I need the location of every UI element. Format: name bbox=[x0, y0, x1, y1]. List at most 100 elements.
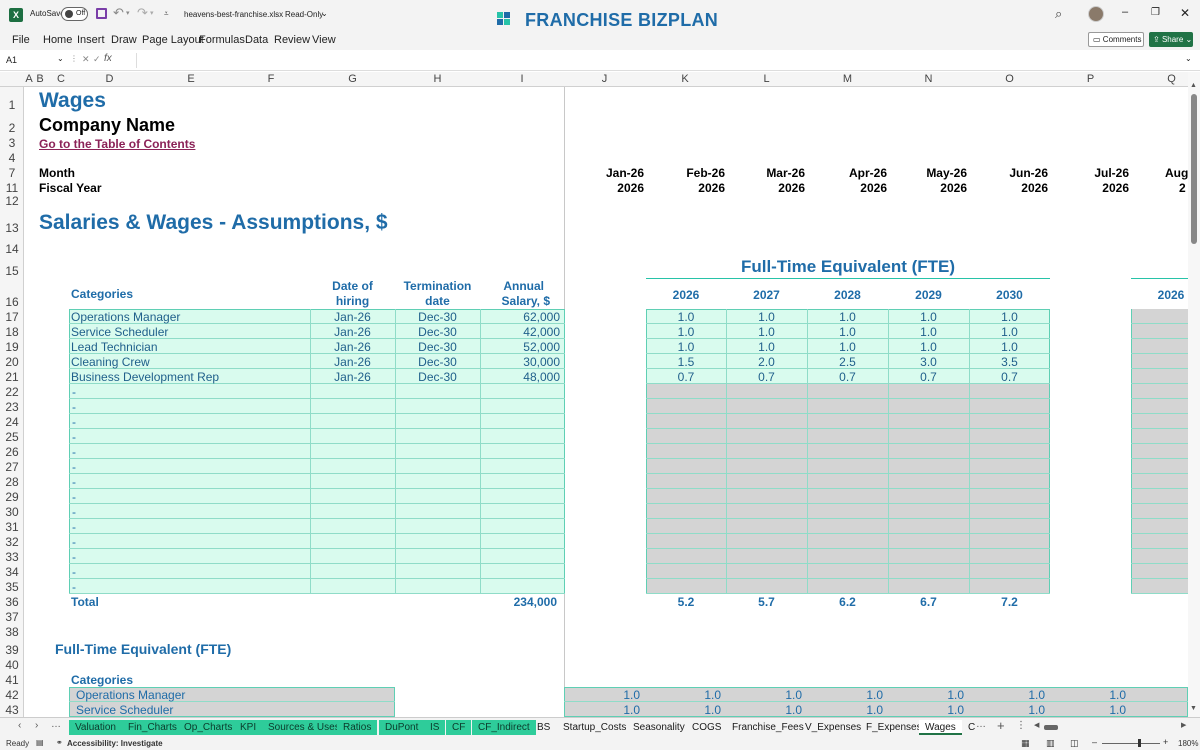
row-header[interactable]: 27 bbox=[0, 460, 23, 474]
fte-value[interactable]: 3.0 bbox=[888, 355, 969, 369]
vertical-scrollbar[interactable]: ▲ ▼ bbox=[1188, 72, 1200, 717]
annual-salary[interactable]: 48,000 bbox=[480, 370, 560, 384]
accessibility-icon[interactable]: ⚭ bbox=[56, 738, 63, 747]
row-header[interactable]: 12 bbox=[0, 194, 23, 208]
column-header-i[interactable]: I bbox=[480, 73, 564, 85]
fte-value[interactable]: 2.5 bbox=[807, 355, 888, 369]
row-header[interactable]: 34 bbox=[0, 565, 23, 579]
empty-category-cell[interactable]: - bbox=[72, 385, 76, 399]
avatar[interactable] bbox=[1088, 6, 1104, 22]
fte-value[interactable]: 1.0 bbox=[726, 325, 807, 339]
row-header[interactable]: 3 bbox=[0, 136, 23, 150]
zoom-slider[interactable] bbox=[1102, 743, 1160, 744]
row-header[interactable]: 20 bbox=[0, 355, 23, 369]
expand-formula-icon[interactable]: ⌄ bbox=[1185, 54, 1192, 63]
tab-franchise-fees[interactable]: Franchise_Fees bbox=[726, 720, 810, 735]
row-header[interactable]: 28 bbox=[0, 475, 23, 489]
undo-icon[interactable]: ↶ bbox=[113, 5, 124, 21]
fte-value[interactable]: 0.7 bbox=[888, 370, 969, 384]
menu-review[interactable]: Review bbox=[274, 34, 310, 46]
fte-value[interactable]: 1.0 bbox=[807, 310, 888, 324]
row-header[interactable]: 42 bbox=[0, 688, 23, 702]
hire-date[interactable]: Jan-26 bbox=[310, 340, 395, 354]
empty-category-cell[interactable]: - bbox=[72, 505, 76, 519]
fte-value[interactable]: 1.0 bbox=[969, 310, 1050, 324]
column-header-o[interactable]: O bbox=[969, 73, 1050, 85]
menu-data[interactable]: Data bbox=[245, 34, 268, 46]
page-layout-view-icon[interactable]: ▥ bbox=[1046, 738, 1055, 749]
tab-cf-indirect[interactable]: CF_Indirect bbox=[472, 720, 536, 735]
column-header-b[interactable]: B bbox=[35, 73, 45, 85]
accessibility-status[interactable]: Accessibility: Investigate bbox=[67, 739, 163, 748]
row-header[interactable]: 16 bbox=[0, 295, 23, 309]
table-row[interactable]: Operations Manager Jan-26 Dec-30 62,000 … bbox=[69, 309, 1049, 324]
name-box[interactable]: A1 bbox=[6, 55, 17, 65]
column-header-e[interactable]: E bbox=[150, 73, 232, 85]
share-button[interactable]: ⇪ Share ⌄ bbox=[1149, 32, 1193, 47]
row-header[interactable]: 29 bbox=[0, 490, 23, 504]
table-row[interactable]: Business Development Rep Jan-26 Dec-30 4… bbox=[69, 369, 1049, 384]
row-header[interactable]: 36 bbox=[0, 595, 23, 609]
fte-value[interactable]: 1.0 bbox=[888, 310, 969, 324]
search-icon[interactable]: ⌕ bbox=[1055, 6, 1062, 22]
tab-ratios[interactable]: Ratios bbox=[337, 720, 378, 735]
termination-date[interactable]: Dec-30 bbox=[395, 340, 480, 354]
tab-fin-charts[interactable]: Fin_Charts bbox=[122, 720, 183, 735]
row-header[interactable]: 21 bbox=[0, 370, 23, 384]
column-header-h[interactable]: H bbox=[395, 73, 480, 85]
fte-value[interactable]: 1.0 bbox=[726, 340, 807, 354]
hscroll-thumb[interactable] bbox=[1044, 725, 1058, 730]
empty-category-cell[interactable]: - bbox=[72, 400, 76, 414]
row-header[interactable]: 14 bbox=[0, 242, 23, 256]
empty-category-cell[interactable]: - bbox=[72, 475, 76, 489]
insert-function-icon[interactable]: fx bbox=[104, 53, 112, 64]
normal-view-icon[interactable]: ▦ bbox=[1021, 738, 1030, 749]
fte-value[interactable]: 1.0 bbox=[888, 325, 969, 339]
row-header[interactable]: 26 bbox=[0, 445, 23, 459]
tab-v-expenses[interactable]: V_Expenses bbox=[799, 720, 867, 735]
tab-cf[interactable]: CF bbox=[446, 720, 472, 735]
empty-category-cell[interactable]: - bbox=[72, 550, 76, 564]
fte-value[interactable]: 1.0 bbox=[969, 325, 1050, 339]
fte-value[interactable]: 1.0 bbox=[807, 340, 888, 354]
scroll-down-icon[interactable]: ▼ bbox=[1190, 705, 1197, 712]
formula-bar-more-icon[interactable]: ⋮ bbox=[70, 54, 78, 63]
confirm-entry-icon[interactable]: ✓ bbox=[93, 54, 101, 65]
menu-view[interactable]: View bbox=[312, 34, 336, 46]
fte-value[interactable]: 1.0 bbox=[646, 340, 726, 354]
table-row[interactable]: Lead Technician Jan-26 Dec-30 52,000 1.0… bbox=[69, 339, 1049, 354]
row-header[interactable]: 40 bbox=[0, 658, 23, 672]
tab-more-left-icon[interactable]: … bbox=[51, 719, 61, 730]
table-row[interactable]: Service Scheduler Jan-26 Dec-30 42,000 1… bbox=[69, 324, 1049, 339]
fte-value[interactable]: 1.0 bbox=[807, 325, 888, 339]
annual-salary[interactable]: 62,000 bbox=[480, 310, 560, 324]
employee-name[interactable]: Lead Technician bbox=[71, 340, 158, 354]
customize-toolbar-icon[interactable]: ⩡ bbox=[164, 9, 169, 19]
column-header-f[interactable]: F bbox=[231, 73, 311, 85]
column-header-g[interactable]: G bbox=[310, 73, 395, 85]
zoom-level[interactable]: 180% bbox=[1178, 739, 1198, 748]
row-header[interactable]: 19 bbox=[0, 340, 23, 354]
row-header[interactable]: 23 bbox=[0, 400, 23, 414]
row-header[interactable]: 43 bbox=[0, 703, 23, 717]
close-icon[interactable]: ✕ bbox=[1180, 6, 1190, 20]
menu-page-layout[interactable]: Page Layout bbox=[142, 34, 204, 46]
hire-date[interactable]: Jan-26 bbox=[310, 325, 395, 339]
tab-scroll-left-icon[interactable]: ‹ bbox=[18, 720, 21, 731]
row-header[interactable]: 31 bbox=[0, 520, 23, 534]
tab-op-charts[interactable]: Op_Charts bbox=[178, 720, 239, 735]
zoom-in-icon[interactable]: + bbox=[1163, 737, 1168, 747]
fte-value[interactable]: 2.0 bbox=[726, 355, 807, 369]
empty-category-cell[interactable]: - bbox=[72, 535, 76, 549]
page-break-view-icon[interactable]: ◫ bbox=[1070, 738, 1079, 749]
tab-seasonality[interactable]: Seasonality bbox=[627, 720, 691, 735]
column-header-l[interactable]: L bbox=[726, 73, 807, 85]
row-header[interactable]: 7 bbox=[0, 166, 23, 180]
read-only-chevron-icon[interactable]: ⌄ bbox=[321, 9, 328, 18]
add-sheet-icon[interactable]: + bbox=[997, 718, 1005, 733]
empty-category-cell[interactable]: - bbox=[72, 445, 76, 459]
fte-value[interactable]: 1.0 bbox=[646, 325, 726, 339]
row-header[interactable]: 25 bbox=[0, 430, 23, 444]
formula-input[interactable] bbox=[136, 53, 1182, 68]
tab-wages[interactable]: Wages bbox=[919, 720, 962, 735]
